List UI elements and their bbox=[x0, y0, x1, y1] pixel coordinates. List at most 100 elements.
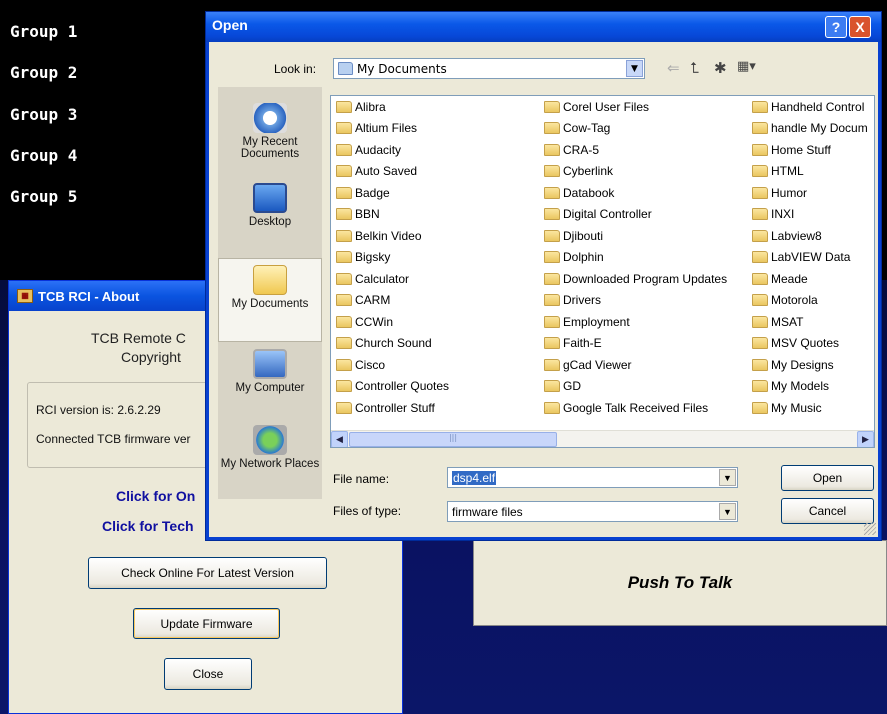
close-icon[interactable]: X bbox=[849, 16, 871, 38]
place-my-computer[interactable]: My Computer bbox=[218, 349, 322, 394]
folder-name: Belkin Video bbox=[355, 228, 422, 243]
folder-item[interactable]: Labview8 bbox=[752, 225, 868, 247]
folder-item[interactable]: Databook bbox=[544, 182, 727, 204]
folder-item[interactable]: Badge bbox=[336, 182, 449, 204]
open-titlebar[interactable]: Open ? X bbox=[206, 12, 881, 42]
folder-item[interactable]: Djibouti bbox=[544, 225, 727, 247]
group-2-button[interactable]: Group 2 bbox=[10, 63, 77, 82]
folder-item[interactable]: Alibra bbox=[336, 96, 449, 118]
folder-icon bbox=[752, 165, 768, 178]
chevron-down-icon[interactable]: ▼ bbox=[719, 503, 736, 520]
folder-item[interactable]: GD bbox=[544, 376, 727, 398]
place-network[interactable]: My Network Places bbox=[218, 425, 322, 470]
scroll-left-icon[interactable]: ◀ bbox=[331, 431, 348, 447]
folder-item[interactable]: Controller Quotes bbox=[336, 376, 449, 398]
folder-item[interactable]: CRA-5 bbox=[544, 139, 727, 161]
folder-item[interactable]: My Designs bbox=[752, 354, 868, 376]
new-folder-icon[interactable]: ✱ bbox=[714, 59, 727, 77]
folder-item[interactable]: Altium Files bbox=[336, 118, 449, 140]
folder-item[interactable]: Google Talk Received Files bbox=[544, 397, 727, 419]
folder-item[interactable]: Bigsky bbox=[336, 247, 449, 269]
back-icon[interactable]: ⇐ bbox=[667, 59, 680, 77]
folder-item[interactable]: Cyberlink bbox=[544, 161, 727, 183]
folder-item[interactable]: Digital Controller bbox=[544, 204, 727, 226]
group-4-button[interactable]: Group 4 bbox=[10, 146, 77, 165]
folder-item[interactable]: Belkin Video bbox=[336, 225, 449, 247]
up-folder-icon[interactable]: ⮤ bbox=[690, 59, 699, 77]
folder-item[interactable]: LabVIEW Data bbox=[752, 247, 868, 269]
folder-name: Motorola bbox=[771, 293, 818, 308]
folder-item[interactable]: BBN bbox=[336, 204, 449, 226]
folder-item[interactable]: Dolphin bbox=[544, 247, 727, 269]
place-my-documents-label: My Documents bbox=[231, 298, 309, 310]
horizontal-scrollbar[interactable]: ◀ ||| ▶ bbox=[331, 430, 874, 447]
folder-item[interactable]: Audacity bbox=[336, 139, 449, 161]
folder-item[interactable]: Handheld Control bbox=[752, 96, 868, 118]
folder-icon bbox=[752, 143, 768, 156]
view-menu-icon[interactable]: ▦▾ bbox=[737, 59, 756, 74]
folder-item[interactable]: handle My Docum bbox=[752, 118, 868, 140]
scroll-right-icon[interactable]: ▶ bbox=[857, 431, 874, 447]
folder-name: Drivers bbox=[563, 293, 601, 308]
folder-item[interactable]: Drivers bbox=[544, 290, 727, 312]
group-5-button[interactable]: Group 5 bbox=[10, 187, 77, 206]
close-label: Close bbox=[192, 667, 224, 681]
folder-icon bbox=[544, 143, 560, 156]
folder-item[interactable]: gCad Viewer bbox=[544, 354, 727, 376]
files-of-type-dropdown[interactable]: firmware files ▼ bbox=[447, 501, 738, 522]
check-online-button[interactable]: Check Online For Latest Version bbox=[88, 557, 327, 589]
folder-item[interactable]: Humor bbox=[752, 182, 868, 204]
folder-item[interactable]: My Models bbox=[752, 376, 868, 398]
folder-icon bbox=[544, 208, 560, 221]
chevron-down-icon[interactable]: ▼ bbox=[719, 469, 736, 486]
folder-item[interactable]: Cisco bbox=[336, 354, 449, 376]
folder-icon bbox=[253, 265, 287, 295]
cancel-button[interactable]: Cancel bbox=[781, 498, 874, 524]
group-3-button[interactable]: Group 3 bbox=[10, 105, 77, 124]
group-1-button[interactable]: Group 1 bbox=[10, 22, 77, 41]
push-to-talk-button[interactable]: Push To Talk bbox=[473, 540, 887, 626]
folder-icon bbox=[752, 337, 768, 350]
place-recent-label: My Recent Documents bbox=[240, 136, 300, 160]
file-list[interactable]: Alibra Altium Files Audacity Auto Saved Badg… bbox=[330, 95, 875, 448]
folder-item[interactable]: HTML bbox=[752, 161, 868, 183]
update-firmware-button[interactable]: Update Firmware bbox=[133, 608, 280, 639]
online-link[interactable]: Click for On bbox=[116, 488, 195, 504]
open-button[interactable]: Open bbox=[781, 465, 874, 491]
folder-name: Databook bbox=[563, 185, 615, 200]
folder-item[interactable]: Meade bbox=[752, 268, 868, 290]
scroll-thumb[interactable]: ||| bbox=[349, 432, 557, 447]
folder-item[interactable]: Motorola bbox=[752, 290, 868, 312]
folder-item[interactable]: Auto Saved bbox=[336, 161, 449, 183]
file-name-input[interactable]: dsp4.elf ▼ bbox=[447, 467, 738, 488]
place-my-documents[interactable]: My Documents bbox=[218, 258, 322, 342]
look-in-dropdown[interactable]: My Documents ▼ bbox=[333, 58, 645, 79]
folder-item[interactable]: My Music bbox=[752, 397, 868, 419]
folder-item[interactable]: Corel User Files bbox=[544, 96, 727, 118]
resize-grip[interactable] bbox=[864, 523, 876, 535]
close-button[interactable]: Close bbox=[164, 658, 252, 690]
folder-item[interactable]: Controller Stuff bbox=[336, 397, 449, 419]
place-desktop[interactable]: Desktop bbox=[218, 183, 322, 228]
chevron-down-icon[interactable]: ▼ bbox=[626, 60, 643, 77]
folder-item[interactable]: Calculator bbox=[336, 268, 449, 290]
folder-name: handle My Docum bbox=[771, 121, 868, 136]
folder-item[interactable]: Employment bbox=[544, 311, 727, 333]
folder-item[interactable]: Church Sound bbox=[336, 333, 449, 355]
folder-item[interactable]: INXI bbox=[752, 204, 868, 226]
folder-item[interactable]: Cow-Tag bbox=[544, 118, 727, 140]
folder-icon bbox=[544, 165, 560, 178]
tech-support-link[interactable]: Click for Tech bbox=[102, 518, 194, 534]
folder-name: Downloaded Program Updates bbox=[563, 271, 728, 286]
folder-item[interactable]: Downloaded Program Updates bbox=[544, 268, 727, 290]
folder-item[interactable]: CCWin bbox=[336, 311, 449, 333]
files-of-type-label: Files of type: bbox=[333, 504, 402, 518]
folder-item[interactable]: CARM bbox=[336, 290, 449, 312]
folder-item[interactable]: MSAT bbox=[752, 311, 868, 333]
folder-item[interactable]: MSV Quotes bbox=[752, 333, 868, 355]
help-icon[interactable]: ? bbox=[825, 16, 847, 38]
folder-item[interactable]: Faith-E bbox=[544, 333, 727, 355]
place-recent[interactable]: My Recent Documents bbox=[218, 103, 322, 160]
folder-icon bbox=[336, 272, 352, 285]
folder-item[interactable]: Home Stuff bbox=[752, 139, 868, 161]
